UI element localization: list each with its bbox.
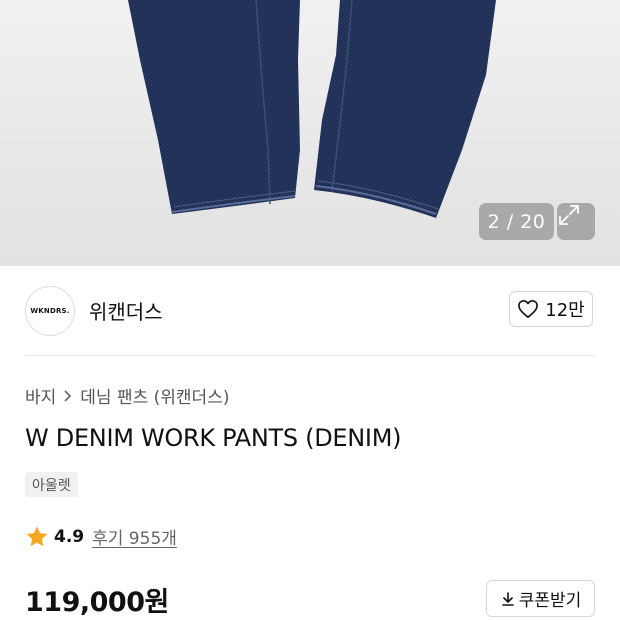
chevron-right-icon (64, 389, 72, 402)
breadcrumb: 바지 데님 팬츠 (위캔더스) (25, 383, 229, 408)
like-count: 12만 (545, 300, 585, 321)
coupon-button[interactable]: 쿠폰받기 (486, 580, 595, 617)
review-link[interactable]: 후기 955개 (92, 524, 177, 549)
brand-logo-text: WKNDRS. (30, 307, 70, 315)
star-icon (26, 526, 48, 546)
coupon-label: 쿠폰받기 (518, 591, 582, 611)
download-icon (501, 591, 514, 606)
heart-icon (518, 300, 539, 318)
brand-row: WKNDRS. 위캔더스 12만 (0, 266, 620, 356)
outlet-tag: 아울렛 (25, 472, 78, 497)
rating-value: 4.9 (54, 526, 85, 547)
brand-logo[interactable]: WKNDRS. (25, 286, 75, 336)
divider (25, 355, 595, 356)
image-counter: 2 / 20 (479, 203, 554, 240)
product-image-gallery[interactable]: 2 / 20 (0, 0, 620, 266)
expand-button[interactable] (557, 203, 595, 240)
product-price: 119,000원 (25, 587, 169, 618)
breadcrumb-subcategory[interactable]: 데님 팬츠 (위캔더스) (80, 383, 229, 408)
like-button[interactable]: 12만 (509, 291, 593, 327)
expand-icon (559, 205, 579, 225)
product-title: W DENIM WORK PANTS (DENIM) (25, 424, 402, 452)
breadcrumb-category[interactable]: 바지 (25, 383, 56, 408)
brand-name[interactable]: 위캔더스 (89, 296, 163, 325)
rating: 4.9 후기 955개 (25, 524, 177, 549)
